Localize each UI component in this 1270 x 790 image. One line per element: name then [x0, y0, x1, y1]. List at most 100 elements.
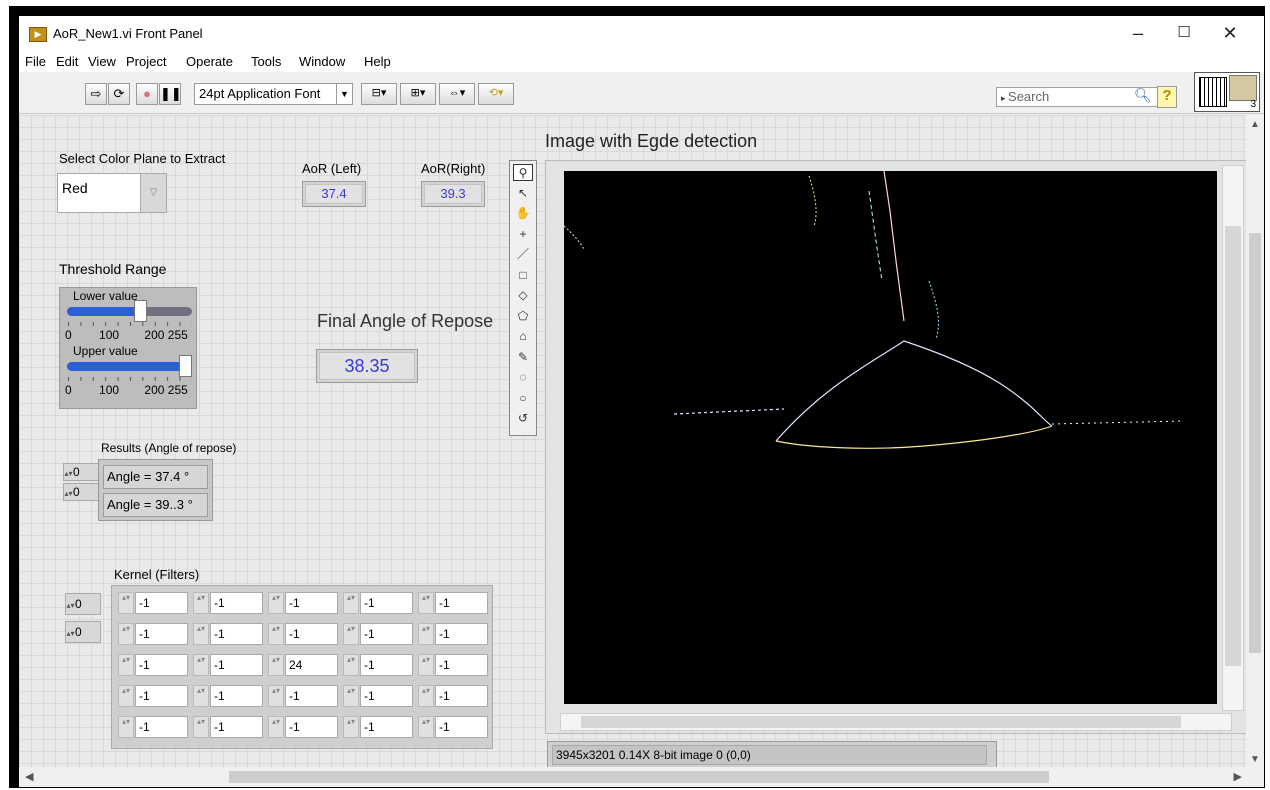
chevron-down-icon[interactable]: ▽: [140, 174, 166, 212]
kernel-cell-value[interactable]: -1: [210, 716, 263, 738]
kernel-cell-value[interactable]: -1: [210, 623, 263, 645]
stepper-arrows-icon[interactable]: ▴▾: [268, 685, 284, 707]
upper-value-thumb[interactable]: [179, 355, 192, 377]
stepper-arrows-icon[interactable]: ▴▾: [66, 596, 75, 616]
kernel-cell-value[interactable]: -1: [435, 623, 488, 645]
annulus-icon[interactable]: ◌: [513, 369, 533, 386]
kernel-cell[interactable]: ▴▾ -1: [118, 716, 188, 738]
kernel-cell-value[interactable]: -1: [135, 592, 188, 614]
image-vertical-scroll-thumb[interactable]: [1225, 226, 1241, 666]
scroll-up-icon[interactable]: ▲: [1250, 119, 1260, 130]
kernel-cell[interactable]: ▴▾ -1: [118, 654, 188, 676]
menu-view[interactable]: View: [88, 54, 116, 69]
stepper-arrows-icon[interactable]: ▴▾: [268, 592, 284, 614]
results-col-index[interactable]: ▴▾0: [63, 483, 99, 501]
rotated-rectangle-icon[interactable]: ◇: [513, 287, 533, 304]
kernel-cell[interactable]: ▴▾ -1: [418, 623, 488, 645]
stepper-arrows-icon[interactable]: ▴▾: [343, 685, 359, 707]
kernel-cell[interactable]: ▴▾ -1: [118, 592, 188, 614]
upper-value-slider[interactable]: [67, 362, 192, 371]
stepper-arrows-icon[interactable]: ▴▾: [343, 592, 359, 614]
panel-vertical-scrollbar[interactable]: ▲ ▼: [1246, 115, 1264, 769]
kernel-cell-value[interactable]: -1: [435, 716, 488, 738]
kernel-cell[interactable]: ▴▾ -1: [193, 623, 263, 645]
menu-window[interactable]: Window: [299, 54, 345, 69]
scroll-down-icon[interactable]: ▼: [1250, 754, 1260, 765]
line-icon[interactable]: ／: [513, 246, 533, 263]
image-display[interactable]: [545, 160, 1247, 734]
menu-project[interactable]: Project: [126, 54, 166, 69]
stepper-arrows-icon[interactable]: ▴▾: [64, 486, 73, 502]
menu-help[interactable]: Help: [364, 54, 391, 69]
font-selector[interactable]: 24pt Application Font ▼: [194, 83, 353, 105]
kernel-row-index[interactable]: ▴▾0: [65, 593, 101, 615]
image-horizontal-scroll-thumb[interactable]: [581, 716, 1181, 728]
kernel-cell-value[interactable]: -1: [210, 654, 263, 676]
kernel-cell-value[interactable]: -1: [435, 685, 488, 707]
kernel-cell[interactable]: ▴▾ -1: [343, 623, 413, 645]
stepper-arrows-icon[interactable]: ▴▾: [118, 654, 134, 676]
stepper-arrows-icon[interactable]: ▴▾: [118, 685, 134, 707]
stepper-arrows-icon[interactable]: ▴▾: [193, 592, 209, 614]
zoom-icon[interactable]: ⚲: [513, 164, 533, 181]
freehand-polygon-icon[interactable]: ⌂: [513, 328, 533, 345]
stepper-arrows-icon[interactable]: ▴▾: [193, 716, 209, 738]
kernel-cell-value[interactable]: -1: [435, 654, 488, 676]
oval-icon[interactable]: ○: [513, 390, 533, 407]
edge-detection-image[interactable]: [563, 170, 1217, 704]
kernel-cell-value[interactable]: -1: [435, 592, 488, 614]
kernel-cell-value[interactable]: -1: [285, 623, 338, 645]
stepper-arrows-icon[interactable]: ▴▾: [66, 624, 75, 644]
kernel-col-index[interactable]: ▴▾0: [65, 621, 101, 643]
image-horizontal-scrollbar[interactable]: [560, 713, 1232, 731]
kernel-cell-value[interactable]: -1: [210, 592, 263, 614]
stepper-arrows-icon[interactable]: ▴▾: [418, 654, 434, 676]
maximize-button[interactable]: ☐: [1161, 16, 1207, 52]
search-icon[interactable]: 🔍︎: [1134, 87, 1154, 107]
kernel-cell-value[interactable]: -1: [210, 685, 263, 707]
lower-value-slider[interactable]: [67, 307, 192, 316]
kernel-cell-value[interactable]: -1: [360, 592, 413, 614]
kernel-cell[interactable]: ▴▾ -1: [268, 716, 338, 738]
panel-vertical-scroll-thumb[interactable]: [1249, 233, 1261, 653]
stepper-arrows-icon[interactable]: ▴▾: [118, 592, 134, 614]
minimize-button[interactable]: –: [1115, 16, 1161, 52]
menu-tools[interactable]: Tools: [251, 54, 281, 69]
resize-objects-icon[interactable]: ⇔▾: [439, 83, 475, 105]
stepper-arrows-icon[interactable]: ▴▾: [418, 716, 434, 738]
align-objects-icon[interactable]: ⊟▾: [361, 83, 397, 105]
stepper-arrows-icon[interactable]: ▴▾: [268, 716, 284, 738]
pan-hand-icon[interactable]: ✋: [513, 205, 533, 222]
stepper-arrows-icon[interactable]: ▴▾: [64, 466, 73, 482]
menu-file[interactable]: File: [25, 54, 46, 69]
stepper-arrows-icon[interactable]: ▴▾: [193, 685, 209, 707]
rectangle-icon[interactable]: □: [513, 267, 533, 284]
kernel-cell[interactable]: ▴▾ -1: [268, 592, 338, 614]
kernel-cell[interactable]: ▴▾ -1: [343, 685, 413, 707]
stepper-arrows-icon[interactable]: ▴▾: [268, 623, 284, 645]
abort-execution-icon[interactable]: ●: [136, 83, 158, 105]
kernel-cell[interactable]: ▴▾ -1: [193, 716, 263, 738]
kernel-cell[interactable]: ▴▾ -1: [343, 654, 413, 676]
kernel-cell[interactable]: ▴▾ -1: [343, 716, 413, 738]
point-icon[interactable]: +: [513, 226, 533, 243]
kernel-cell[interactable]: ▴▾ -1: [343, 592, 413, 614]
stepper-arrows-icon[interactable]: ▴▾: [268, 654, 284, 676]
kernel-cell[interactable]: ▴▾ -1: [268, 685, 338, 707]
reorder-icon[interactable]: ⟲▾: [478, 83, 514, 105]
pointer-icon[interactable]: ↖: [513, 185, 533, 202]
stepper-arrows-icon[interactable]: ▴▾: [343, 623, 359, 645]
kernel-cell[interactable]: ▴▾ -1: [268, 623, 338, 645]
stepper-arrows-icon[interactable]: ▴▾: [418, 623, 434, 645]
kernel-cell[interactable]: ▴▾ -1: [193, 592, 263, 614]
kernel-cell-value[interactable]: -1: [285, 685, 338, 707]
lower-value-thumb[interactable]: [134, 300, 148, 322]
connector-pane-icon[interactable]: 3: [1194, 72, 1260, 112]
freehand-icon[interactable]: ✎: [513, 349, 533, 366]
menu-edit[interactable]: Edit: [56, 54, 78, 69]
kernel-cell-value[interactable]: -1: [360, 685, 413, 707]
stepper-arrows-icon[interactable]: ▴▾: [118, 623, 134, 645]
kernel-cell-value[interactable]: -1: [360, 654, 413, 676]
pause-icon[interactable]: ❚❚: [159, 83, 182, 105]
kernel-cell-value[interactable]: -1: [285, 716, 338, 738]
